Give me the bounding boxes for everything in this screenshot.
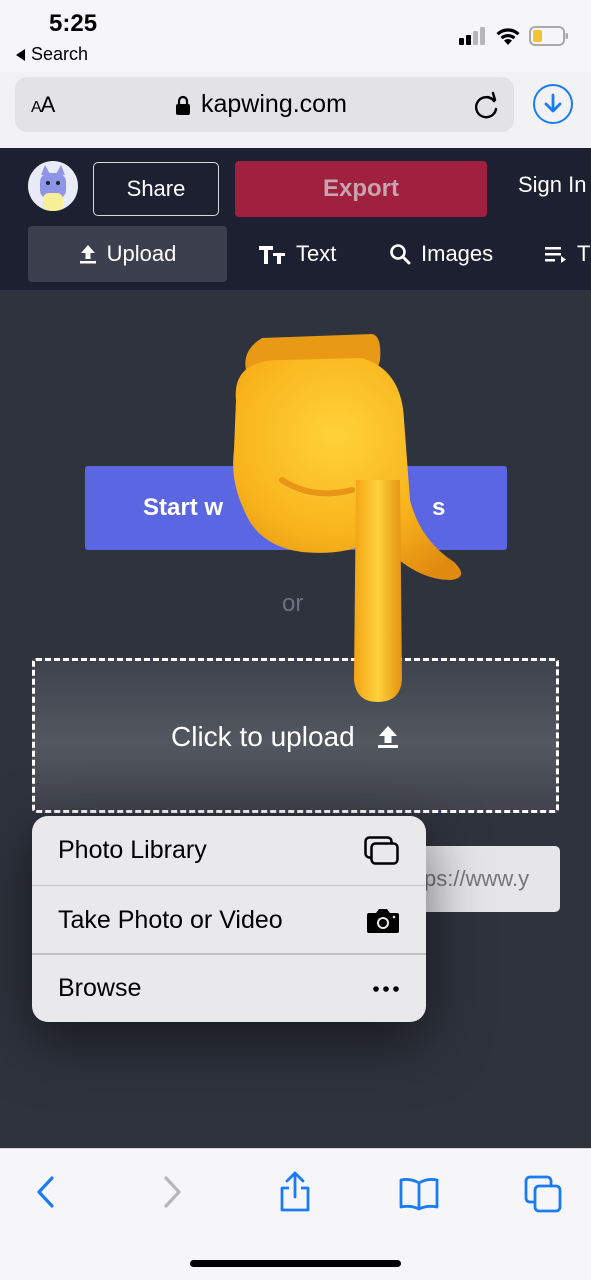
- tab-text-label: Text: [296, 241, 337, 266]
- home-indicator: [190, 1260, 401, 1267]
- address-bar[interactable]: AA kapwing.com: [15, 77, 514, 132]
- export-button[interactable]: Export: [235, 161, 487, 217]
- download-arrow-icon: [544, 93, 562, 113]
- downloads-button[interactable]: [533, 84, 573, 124]
- url-domain: kapwing.com: [201, 90, 347, 118]
- share-sheet-icon[interactable]: [278, 1171, 312, 1213]
- tab-images-label: Images: [421, 241, 494, 266]
- photo-library-icon: [364, 835, 399, 865]
- tab-images[interactable]: Images: [389, 226, 493, 282]
- text-icon: [259, 246, 285, 264]
- cellular-signal-icon: [459, 27, 485, 45]
- upload-source-menu: Photo Library Take Photo or Video Browse: [32, 816, 426, 1022]
- back-search-label: Search: [31, 44, 89, 64]
- status-icons: [459, 26, 569, 46]
- menu-item-photo-library[interactable]: Photo Library: [32, 816, 426, 885]
- forward-arrow-icon[interactable]: [160, 1175, 184, 1209]
- tab-upload[interactable]: Upload: [28, 226, 227, 282]
- reload-icon[interactable]: [472, 90, 500, 120]
- tabs-icon[interactable]: [524, 1175, 562, 1213]
- more-icon: [373, 985, 399, 992]
- avatar[interactable]: [28, 161, 78, 211]
- menu-item-browse[interactable]: Browse: [32, 954, 426, 1022]
- menu-item-take-photo[interactable]: Take Photo or Video: [32, 886, 426, 955]
- text-size-button[interactable]: AA: [31, 92, 55, 118]
- tab-more[interactable]: T: [545, 226, 590, 282]
- search-icon: [390, 244, 411, 265]
- menu-item-label: Photo Library: [58, 836, 207, 864]
- upload-label: Click to upload: [171, 721, 355, 752]
- url-input[interactable]: ps://www.y: [420, 846, 560, 912]
- menu-item-label: Take Photo or Video: [58, 906, 283, 934]
- editor-tabs: Upload Text Images T: [0, 226, 591, 282]
- url-display[interactable]: kapwing.com: [175, 90, 347, 119]
- start-button-label-left: Start w: [143, 494, 224, 521]
- share-button[interactable]: Share: [93, 162, 219, 216]
- menu-item-label: Browse: [58, 974, 142, 1002]
- tab-text[interactable]: Text: [258, 226, 336, 282]
- tab-upload-label: Upload: [106, 241, 177, 266]
- battery-icon: [529, 26, 568, 46]
- upload-prompt: Click to upload: [171, 721, 399, 753]
- upload-arrow-icon: [377, 726, 398, 748]
- cat-avatar-icon: [40, 165, 66, 211]
- upload-icon: [79, 245, 96, 264]
- back-to-search-button[interactable]: Search: [16, 44, 88, 65]
- kapwing-header: Share Export Sign In Upload Text Images: [0, 148, 591, 290]
- bookmarks-icon[interactable]: [399, 1177, 439, 1211]
- back-arrow-icon[interactable]: [34, 1175, 58, 1209]
- back-triangle-icon: [16, 48, 25, 61]
- sign-in-link[interactable]: Sign In: [518, 172, 587, 198]
- camera-icon: [367, 908, 399, 933]
- status-bar: 5:25 Search: [0, 0, 591, 72]
- status-time: 5:25: [49, 10, 98, 37]
- lock-icon: [176, 95, 190, 115]
- list-icon: [545, 247, 566, 263]
- wifi-icon: [496, 27, 520, 45]
- tab-more-label: T: [577, 241, 591, 266]
- pointing-hand-icon: [233, 334, 462, 702]
